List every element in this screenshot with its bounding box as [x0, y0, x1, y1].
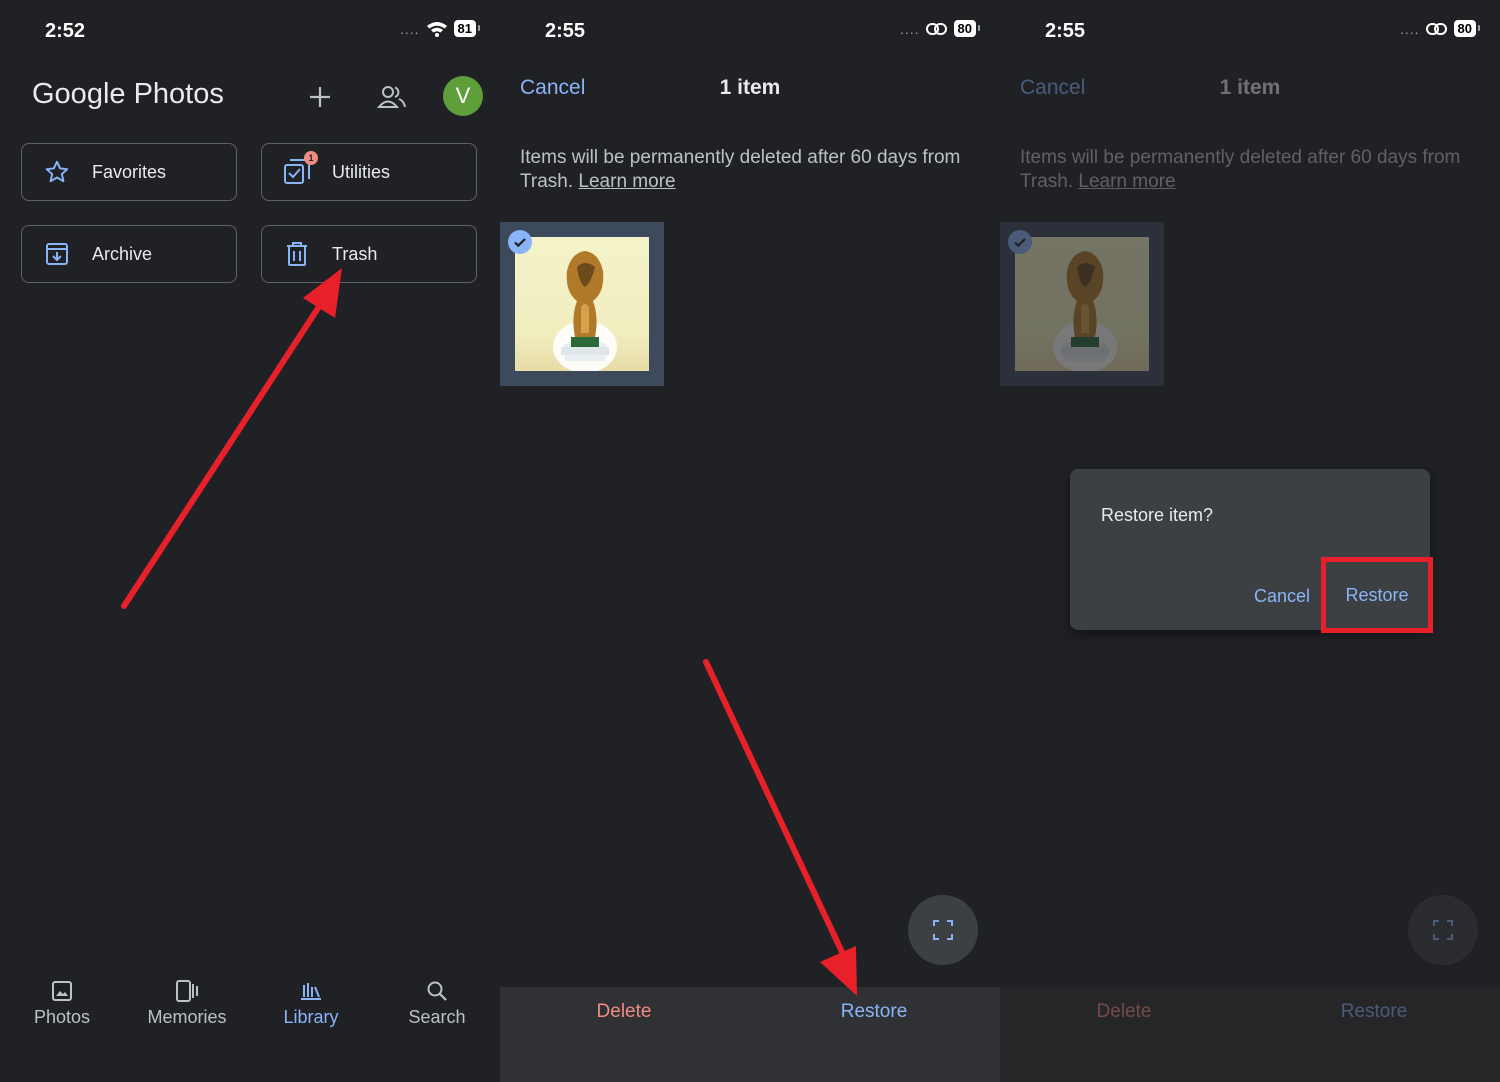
restore-dialog-screen: 2:55 .... 80 1 item Cancel Items will be… [1000, 0, 1500, 1082]
trash-label: Trash [332, 243, 378, 264]
delete-button[interactable]: Delete [524, 1001, 724, 1023]
nav-memories-label: Memories [147, 1007, 227, 1027]
favorites-label: Favorites [92, 161, 167, 182]
nav-photos-label: Photos [33, 1007, 91, 1027]
bottom-navigation: Photos Memories Library Search [0, 965, 500, 1082]
expand-icon [1433, 920, 1453, 940]
sharing-button[interactable] [375, 80, 409, 114]
photo-icon [7, 977, 117, 1005]
library-icon [256, 977, 366, 1005]
cancel-selection-button: Cancel [1020, 76, 1086, 99]
signal-icon: .... [1399, 20, 1420, 37]
add-button[interactable] [303, 80, 337, 114]
search-icon [382, 977, 492, 1005]
library-screen: 2:52 .... 81 Google Photos V Favorites 1… [0, 0, 500, 1082]
restore-button[interactable]: Restore [774, 1001, 974, 1023]
wifi-icon [426, 21, 447, 37]
link-icon [925, 22, 947, 35]
favorites-button[interactable]: Favorites [21, 143, 237, 201]
star-icon [42, 157, 72, 187]
status-time: 2:55 [545, 20, 586, 42]
memories-icon [132, 977, 242, 1005]
utilities-badge: 1 [304, 151, 318, 165]
nav-search-label: Search [408, 1007, 466, 1027]
archive-icon [42, 239, 72, 269]
selected-check-icon [508, 230, 532, 254]
trash-retention-note: Items will be permanently deleted after … [1020, 146, 1480, 194]
link-icon [1425, 22, 1447, 35]
trash-retention-note: Items will be permanently deleted after … [520, 146, 980, 194]
trophy-photo [1015, 237, 1149, 371]
restore-button: Restore [1340, 1001, 1408, 1022]
trash-button[interactable]: Trash [261, 225, 477, 283]
selected-check-icon [1008, 230, 1032, 254]
people-icon [377, 86, 406, 108]
nav-library[interactable]: Library [256, 977, 366, 1028]
trash-action-bar: Delete Restore [500, 987, 1000, 1082]
utilities-button[interactable]: 1 Utilities [261, 143, 477, 201]
fullscreen-button[interactable] [908, 895, 978, 965]
trophy-image [553, 251, 617, 371]
status-icons: .... 80 [1399, 20, 1481, 37]
trophy-image [1053, 251, 1117, 371]
battery-indicator: 80 [953, 20, 981, 37]
utilities-label: Utilities [332, 161, 391, 182]
status-time: 2:52 [45, 20, 86, 42]
dialog-restore-button[interactable]: Restore [1321, 557, 1433, 633]
delete-button: Delete [1096, 1001, 1152, 1022]
battery-indicator: 81 [453, 20, 481, 37]
nav-library-label: Library [283, 1007, 339, 1027]
learn-more-link: Learn more [1078, 171, 1176, 192]
selected-photo-tile [1000, 222, 1164, 386]
nav-photos[interactable]: Photos [7, 977, 117, 1028]
signal-icon: .... [899, 20, 920, 37]
status-icons: .... 81 [399, 20, 481, 37]
trash-icon [282, 239, 312, 269]
cancel-selection-button[interactable]: Cancel [520, 76, 585, 100]
trash-selection-screen: 2:55 .... 80 1 item Cancel Items will be… [500, 0, 1000, 1082]
signal-icon: .... [399, 20, 420, 37]
archive-label: Archive [92, 243, 153, 264]
plus-icon [310, 87, 330, 107]
avatar[interactable]: V [443, 76, 483, 116]
nav-memories[interactable]: Memories [132, 977, 242, 1028]
dialog-title: Restore item? [1101, 505, 1214, 525]
archive-button[interactable]: Archive [21, 225, 237, 283]
status-time: 2:55 [1045, 20, 1086, 42]
fullscreen-button [1408, 895, 1478, 965]
restore-dialog: Restore item? Cancel Restore [1070, 469, 1433, 633]
nav-search[interactable]: Search [382, 977, 492, 1028]
expand-icon [933, 920, 953, 940]
battery-indicator: 80 [1453, 20, 1481, 37]
trash-action-bar: Delete Restore [1000, 987, 1500, 1082]
utilities-icon: 1 [282, 151, 318, 187]
selected-photo-tile[interactable] [500, 222, 664, 386]
dialog-cancel-button[interactable]: Cancel [1254, 586, 1310, 607]
trophy-photo [515, 237, 649, 371]
learn-more-link[interactable]: Learn more [578, 171, 675, 192]
status-icons: .... 80 [899, 20, 981, 37]
app-title: Google Photos [32, 78, 224, 110]
